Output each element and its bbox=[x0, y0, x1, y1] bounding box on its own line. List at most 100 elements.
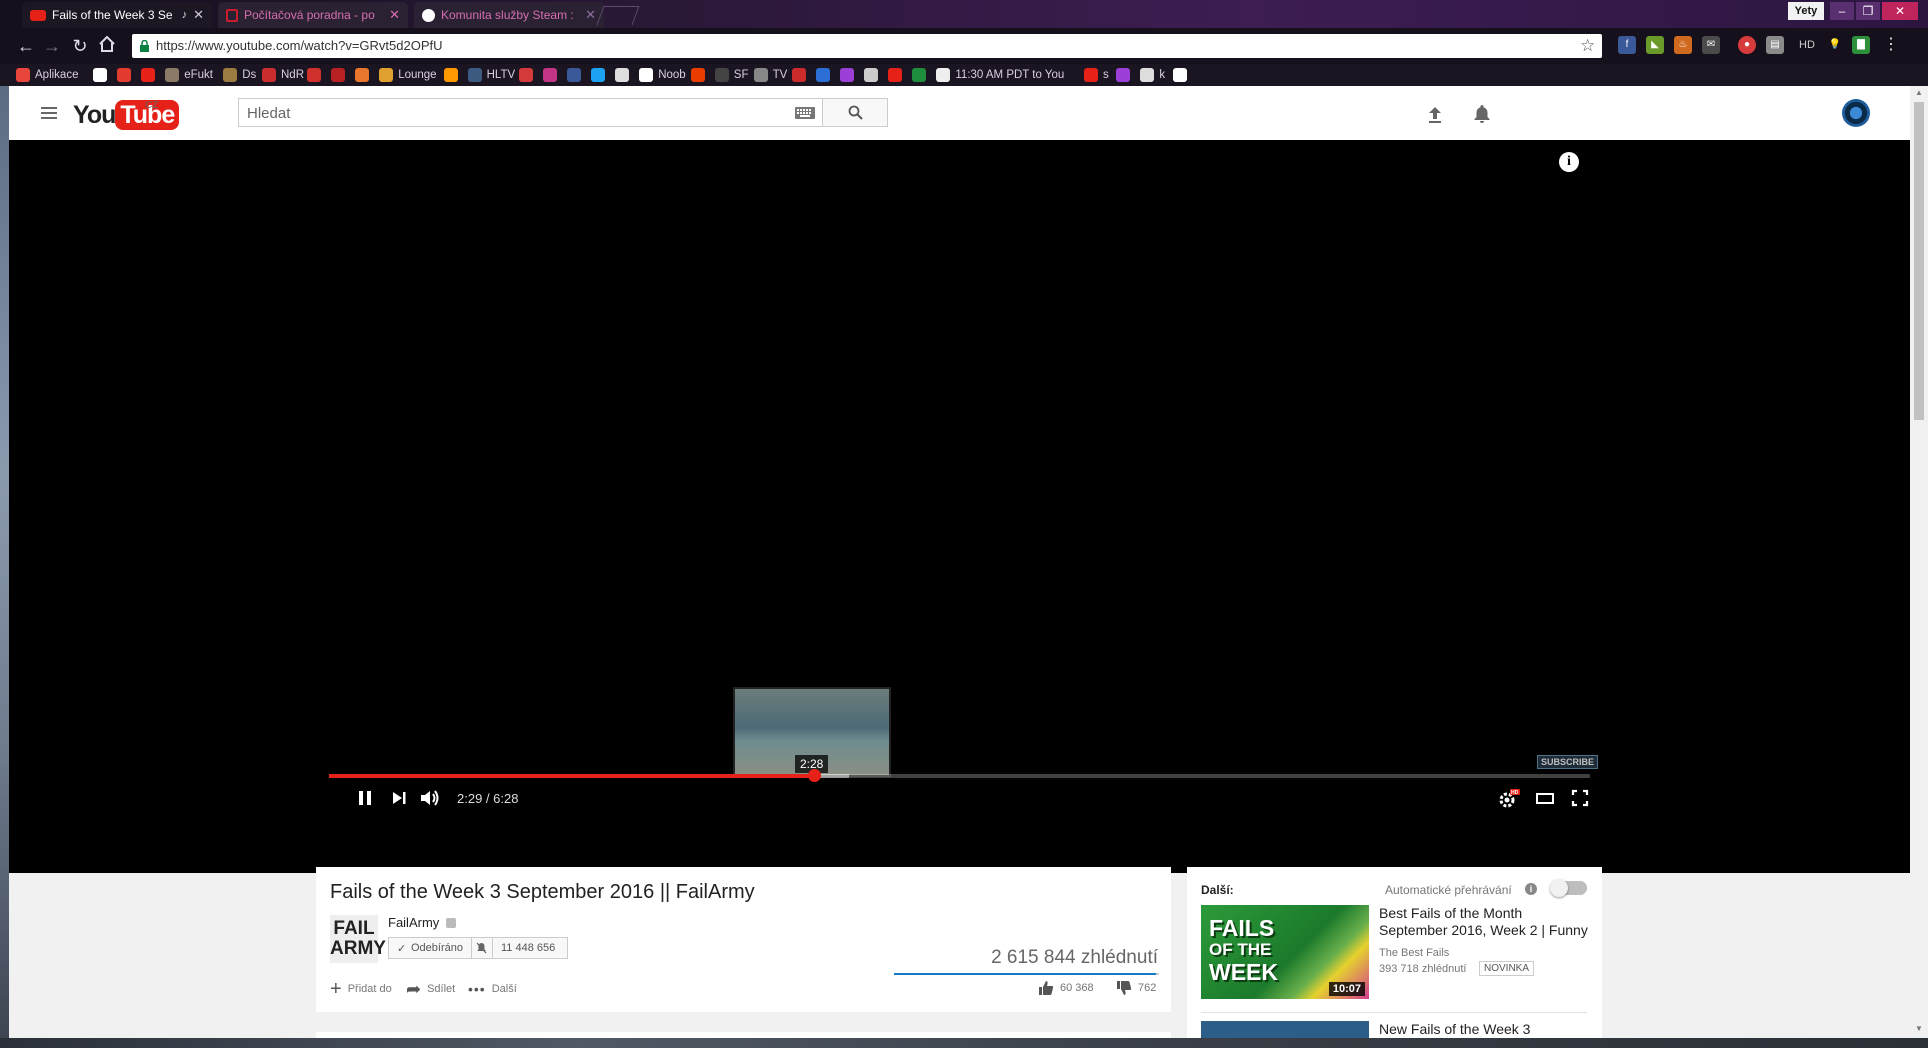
bookmark-item[interactable] bbox=[1172, 66, 1192, 84]
bookmark-item[interactable] bbox=[567, 66, 586, 84]
inbox-extension-icon[interactable]: ✉ bbox=[1702, 36, 1720, 54]
bookmark-item[interactable] bbox=[543, 66, 562, 84]
info-icon[interactable]: i bbox=[1559, 152, 1579, 172]
bookmark-item[interactable] bbox=[840, 66, 859, 84]
close-tab-icon[interactable]: ✕ bbox=[585, 7, 596, 23]
window-close-button[interactable]: ✕ bbox=[1882, 2, 1918, 20]
hd-extension-icon[interactable]: HD bbox=[1796, 36, 1818, 54]
progress-scrubber[interactable] bbox=[808, 769, 822, 782]
bookmark-item[interactable]: 11:30 AM PDT to You bbox=[936, 66, 1064, 84]
fullscreen-icon[interactable] bbox=[1564, 782, 1596, 814]
bookmark-item[interactable] bbox=[888, 66, 907, 84]
share-button[interactable]: ➦ Sdílet bbox=[406, 980, 455, 998]
flame-extension-icon[interactable]: ♨ bbox=[1674, 36, 1692, 54]
subscribe-watermark[interactable]: SUBSCRIBE bbox=[1537, 755, 1599, 769]
translate-extension-icon[interactable]: ▤ bbox=[1766, 36, 1784, 54]
bookmark-item[interactable] bbox=[912, 66, 931, 84]
tab-steam[interactable]: Komunita služby Steam : ✕ bbox=[414, 2, 604, 28]
bookmark-item[interactable] bbox=[1116, 66, 1135, 84]
bookmark-item[interactable]: s bbox=[1084, 66, 1109, 84]
bookmark-item[interactable] bbox=[615, 66, 634, 84]
pause-icon[interactable] bbox=[349, 782, 381, 814]
speaker-icon[interactable]: ♪ bbox=[182, 9, 188, 21]
close-tab-icon[interactable]: ✕ bbox=[193, 7, 204, 23]
bookmark-item[interactable]: Noob bbox=[639, 66, 686, 84]
close-tab-icon[interactable]: ✕ bbox=[389, 7, 400, 23]
video-player[interactable]: i 2:28 SUBSCRIBE 2:29 / 6:28 HD bbox=[9, 140, 1910, 873]
subscribed-button[interactable]: ✓ Odebíráno 11 448 656 bbox=[388, 937, 568, 959]
more-button[interactable]: ••• Další bbox=[468, 980, 517, 998]
back-icon[interactable]: ← bbox=[16, 36, 36, 56]
like-button[interactable]: 60 368 bbox=[1038, 980, 1094, 996]
bookmark-item[interactable]: Ds bbox=[223, 66, 256, 84]
browser-menu-icon[interactable]: ⋮ bbox=[1882, 36, 1900, 54]
recommended-video-title[interactable]: New Fails of the Week 3 bbox=[1379, 1021, 1530, 1037]
home-icon[interactable] bbox=[98, 35, 118, 55]
recommended-video-channel[interactable]: The Best Fails bbox=[1379, 947, 1449, 959]
bookmark-item[interactable] bbox=[117, 66, 136, 84]
bookmark-item[interactable] bbox=[307, 66, 326, 84]
settings-gear-icon[interactable]: HD bbox=[1493, 782, 1525, 814]
bookmark-item[interactable]: SF bbox=[714, 66, 749, 84]
bookmark-item[interactable]: TV bbox=[753, 66, 787, 84]
upload-icon[interactable] bbox=[1423, 102, 1447, 126]
progress-bar[interactable] bbox=[329, 769, 1590, 782]
address-bar[interactable]: https://www.youtube.com/watch?v=GRvt5d2O… bbox=[132, 34, 1602, 58]
bookmark-item[interactable] bbox=[591, 66, 610, 84]
account-avatar[interactable] bbox=[1842, 99, 1870, 127]
scrollbar-thumb[interactable] bbox=[1914, 102, 1924, 420]
tab-youtube[interactable]: Fails of the Week 3 Se ♪ ✕ bbox=[22, 2, 212, 28]
bookmark-item[interactable] bbox=[792, 66, 811, 84]
minimize-button[interactable]: – bbox=[1830, 2, 1854, 20]
theater-mode-icon[interactable] bbox=[1529, 782, 1561, 814]
new-tab-button[interactable] bbox=[596, 6, 640, 25]
search-button[interactable] bbox=[822, 98, 888, 127]
bookmark-item[interactable] bbox=[141, 66, 160, 84]
youtube-logo[interactable]: You Tube bbox=[73, 100, 180, 130]
volume-icon[interactable] bbox=[413, 782, 445, 814]
bookmark-item[interactable] bbox=[690, 66, 710, 84]
adblock-extension-icon[interactable]: ● bbox=[1738, 36, 1756, 54]
messenger-extension-icon[interactable]: f bbox=[1618, 36, 1636, 54]
restore-button[interactable]: ❐ bbox=[1856, 2, 1880, 20]
bookmark-item[interactable]: NdR bbox=[262, 66, 304, 84]
lightbulb-extension-icon[interactable]: 💡 bbox=[1826, 36, 1844, 54]
recommended-video-thumbnail[interactable]: FAILS OF THE WEEK 10:07 bbox=[1201, 905, 1369, 999]
bookmark-item[interactable] bbox=[93, 66, 112, 84]
hamburger-menu-icon[interactable] bbox=[41, 106, 57, 120]
bookmark-item[interactable]: k bbox=[1140, 66, 1165, 84]
bell-muted-icon[interactable] bbox=[470, 938, 493, 958]
bookmark-item[interactable] bbox=[816, 66, 835, 84]
channel-logo[interactable]: FAIL ARMY bbox=[330, 915, 386, 963]
reload-icon[interactable]: ↻ bbox=[70, 36, 90, 56]
keyboard-icon[interactable] bbox=[795, 107, 815, 119]
scroll-up-arrow-icon[interactable]: ▲ bbox=[1913, 88, 1925, 98]
q-icon bbox=[355, 68, 370, 82]
bookmark-item[interactable] bbox=[331, 66, 350, 84]
bookmark-item[interactable]: Lounge bbox=[379, 66, 437, 84]
tab-poradna[interactable]: Počítačová poradna - po ✕ bbox=[218, 2, 408, 28]
bookmark-item[interactable] bbox=[443, 66, 463, 84]
recommended-video-title[interactable]: Best Fails of the Month September 2016, … bbox=[1379, 905, 1591, 939]
bookmark-item[interactable]: Aplikace bbox=[16, 66, 78, 84]
next-video-icon[interactable] bbox=[383, 782, 415, 814]
forward-icon[interactable]: → bbox=[42, 36, 62, 56]
scroll-down-arrow-icon[interactable]: ▼ bbox=[1913, 1024, 1925, 1034]
dislike-button[interactable]: 762 bbox=[1116, 980, 1156, 996]
autoplay-toggle[interactable] bbox=[1550, 879, 1587, 897]
add-to-button[interactable]: + Přidat do bbox=[330, 979, 392, 999]
page-scrollbar[interactable]: ▲ ▼ bbox=[1910, 86, 1928, 1038]
autoplay-info-icon[interactable]: i bbox=[1525, 883, 1537, 895]
bookmark-item[interactable]: HLTV bbox=[467, 66, 515, 84]
channel-name[interactable]: FailArmy bbox=[388, 915, 439, 930]
stats-extension-icon[interactable]: ▇ bbox=[1852, 36, 1870, 54]
notifications-bell-icon[interactable] bbox=[1470, 102, 1494, 126]
bookmark-star-icon[interactable]: ☆ bbox=[1580, 36, 1595, 56]
search-input[interactable] bbox=[245, 104, 749, 123]
bookmark-item[interactable] bbox=[864, 66, 883, 84]
bookmark-item[interactable] bbox=[355, 66, 374, 84]
bookmark-item[interactable] bbox=[519, 66, 538, 84]
bookmark-item[interactable]: eFukt bbox=[165, 66, 213, 84]
nvidia-extension-icon[interactable]: ◣ bbox=[1646, 36, 1664, 54]
recommended-video-thumbnail[interactable] bbox=[1201, 1021, 1369, 1038]
